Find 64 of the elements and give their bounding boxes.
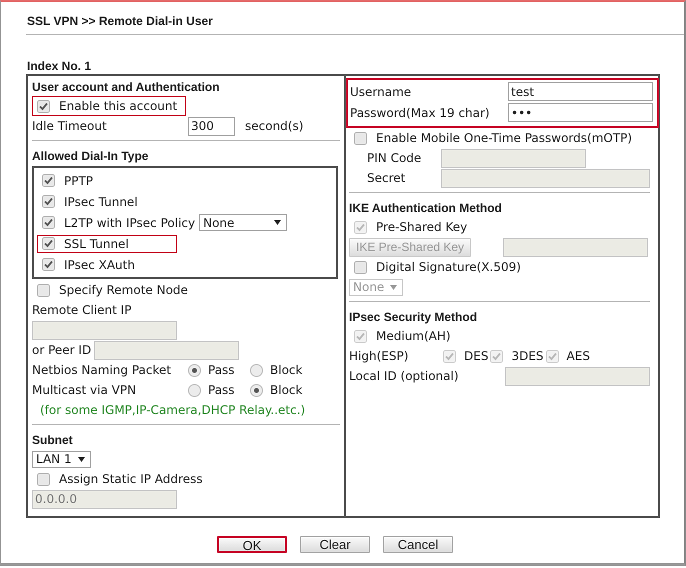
caret-icon	[78, 456, 85, 462]
field-label: Netbios Naming Packet	[32, 363, 172, 377]
field-label: Secret	[366, 171, 406, 185]
checkbox-label: AES	[566, 349, 590, 363]
checkbox[interactable]	[42, 258, 55, 271]
radio-label: Block	[270, 363, 302, 377]
field-label: Password(Max 19 char)	[350, 106, 491, 120]
checkbox[interactable]	[42, 195, 55, 208]
radio-button[interactable]	[250, 364, 263, 376]
section-heading: IKE Authentication Method	[349, 200, 503, 217]
checkbox-label: Assign Static IP Address	[59, 472, 203, 486]
section-heading: Allowed Dial-In Type	[32, 148, 150, 165]
field-label: Username	[350, 84, 412, 98]
section-heading: User account and Authentication	[32, 79, 221, 96]
checkbox-label: Enable Mobile One-Time Passwords(mOTP)	[376, 131, 632, 145]
checkbox-label: IPsec Tunnel	[64, 194, 138, 208]
checkbox-label: Digital Signature(X.509)	[376, 260, 521, 274]
page-title: SSL VPN >> Remote Dial-in User	[26, 2, 684, 35]
action-button[interactable]: Clear	[300, 536, 370, 553]
field-label: High(ESP)	[349, 349, 410, 363]
radio-label: Pass	[208, 383, 235, 397]
section-heading: Subnet	[32, 432, 74, 449]
action-button[interactable]: OK	[217, 536, 287, 553]
field-label: Multicast via VPN	[32, 383, 138, 397]
checkbox-label: SSL Tunnel	[64, 236, 129, 250]
checkbox-label: Specify Remote Node	[59, 283, 188, 297]
radio-label: Block	[270, 383, 302, 397]
checkbox-label: DES	[464, 349, 488, 363]
hint-text: (for some IGMP,IP-Camera,DHCP Relay..etc.)	[39, 403, 306, 417]
radio-button[interactable]	[188, 384, 201, 396]
checkbox[interactable]	[42, 174, 55, 187]
checkbox-label: Enable this account	[59, 99, 178, 113]
text-field[interactable]: test	[508, 82, 653, 101]
radio-button[interactable]	[250, 384, 263, 396]
index-label: Index No. 1	[26, 59, 92, 74]
checkbox[interactable]	[42, 216, 55, 229]
checkbox-label: Pre-Shared Key	[376, 220, 468, 234]
action-button[interactable]: Cancel	[383, 536, 453, 553]
checkbox-label: IPsec XAuth	[64, 258, 135, 272]
field-label: Idle Timeout	[32, 119, 108, 133]
checkbox-label: PPTP	[64, 174, 94, 188]
checkbox-label: 3DES	[511, 349, 544, 363]
dropdown[interactable]: None	[199, 214, 288, 231]
checkbox[interactable]	[354, 260, 367, 274]
caret-icon	[390, 284, 398, 290]
checkbox[interactable]	[37, 284, 50, 296]
checkbox-label: Medium(AH)	[376, 329, 451, 343]
text-field[interactable]: •••	[508, 103, 653, 122]
text-field[interactable]: 300	[188, 116, 235, 136]
radio-label: Pass	[208, 363, 235, 377]
unit-label: second(s)	[245, 119, 304, 133]
field-label: Local ID (optional)	[349, 369, 460, 383]
checkbox[interactable]	[42, 237, 55, 250]
dropdown[interactable]: LAN 1	[32, 450, 91, 468]
field-label: or Peer ID	[32, 343, 92, 357]
checkbox[interactable]	[37, 472, 50, 486]
checkbox[interactable]	[354, 132, 367, 144]
checkbox-label: L2TP with IPsec Policy	[64, 216, 196, 230]
caret-icon	[274, 220, 282, 225]
section-heading: IPsec Security Method	[349, 309, 478, 326]
checkbox[interactable]	[37, 100, 50, 112]
field-label: PIN Code	[366, 151, 422, 165]
field-label: Remote Client IP	[32, 303, 132, 317]
radio-button[interactable]	[188, 364, 201, 376]
